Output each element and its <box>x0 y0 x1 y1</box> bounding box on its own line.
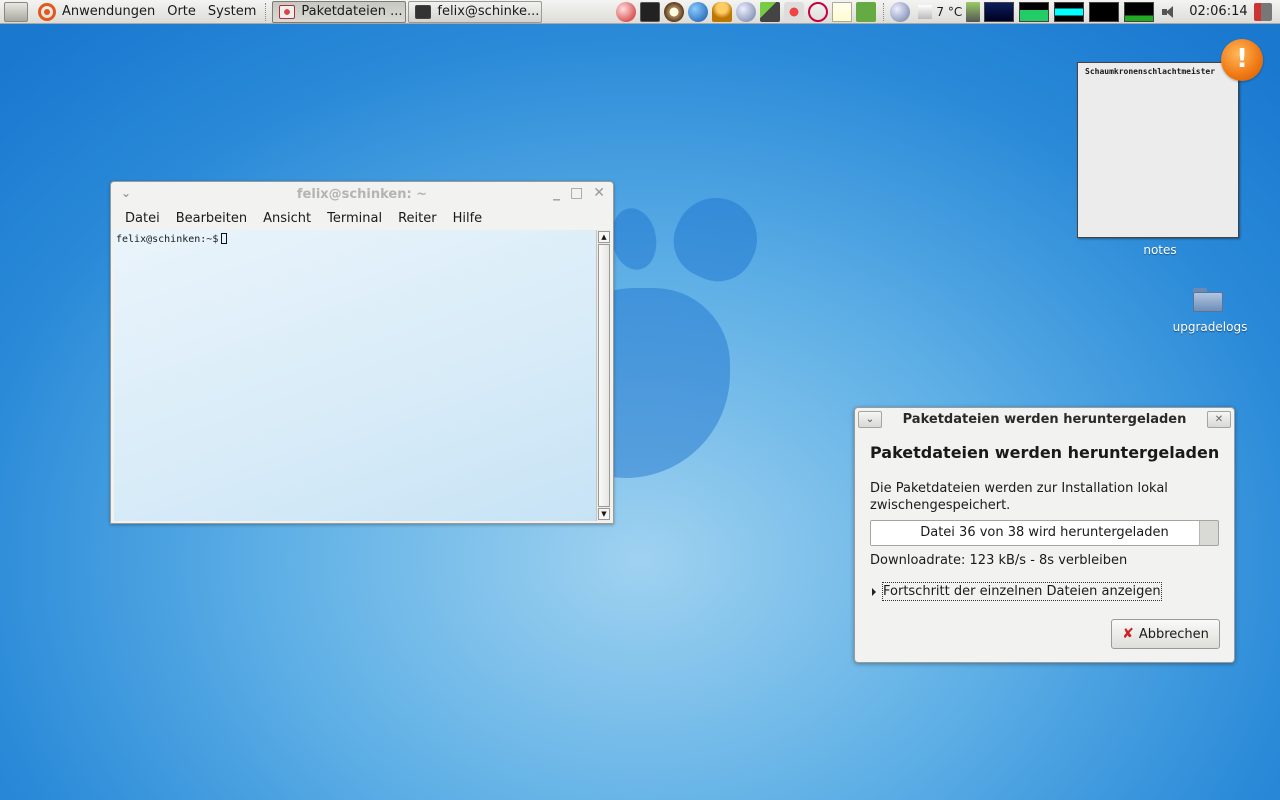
sticky-note-label: notes <box>1143 243 1177 257</box>
sticky-note-text: Schaumkronenschlachtmeister <box>1085 67 1216 76</box>
cancel-button-label: Abbrechen <box>1138 626 1209 642</box>
package-icon[interactable] <box>784 1 805 22</box>
expander-label: Fortschritt der einzelnen Dateien anzeig… <box>882 582 1162 601</box>
network-monitor[interactable] <box>1054 1 1085 22</box>
maximize-icon[interactable]: □ <box>570 185 583 201</box>
window-title: felix@schinken: ~ <box>296 186 428 202</box>
menu-places[interactable]: Orte <box>161 4 202 19</box>
dialog-title: Paketdateien werden heruntergeladen <box>902 412 1187 427</box>
menu-tabs[interactable]: Reiter <box>390 211 445 226</box>
minimize-icon[interactable]: _ <box>553 185 560 201</box>
folder-icon[interactable] <box>1193 286 1223 312</box>
menu-applications[interactable]: Anwendungen <box>62 4 155 19</box>
close-icon[interactable]: ✕ <box>1207 411 1231 428</box>
pen-icon[interactable] <box>760 1 781 22</box>
dialog-description: Die Paketdateien werden zur Installation… <box>870 481 1168 513</box>
terminal-scrollbar[interactable]: ▲ ▼ <box>596 230 610 521</box>
terminal-launcher-icon[interactable] <box>640 1 661 22</box>
panel-separator <box>265 2 269 21</box>
debian-icon[interactable] <box>808 1 829 22</box>
top-panel: Anwendungen Orte System Paketdateien ...… <box>0 0 1280 24</box>
swap-monitor[interactable] <box>1089 1 1120 22</box>
download-progress-bar: Datei 36 von 38 wird heruntergeladen <box>870 520 1219 546</box>
cancel-icon: ✘ <box>1122 626 1134 642</box>
taskbar-item-terminal[interactable]: felix@schinke... <box>408 0 543 23</box>
load-monitor[interactable] <box>1124 1 1155 22</box>
applications-menu[interactable]: Anwendungen <box>32 1 161 23</box>
expander-arrow-icon <box>872 587 876 596</box>
logout-icon[interactable] <box>1253 2 1272 21</box>
dialog-heading: Paketdateien werden heruntergeladen <box>870 443 1220 462</box>
menu-edit[interactable]: Bearbeiten <box>168 211 255 226</box>
menu-help[interactable]: Hilfe <box>445 211 491 226</box>
show-desktop-button[interactable] <box>4 1 28 22</box>
battery-icon[interactable] <box>966 1 981 22</box>
menu-system[interactable]: System <box>202 4 262 19</box>
notification-area: 7 °C 02:06:14 <box>616 1 1272 23</box>
close-icon[interactable]: ✕ <box>593 185 605 201</box>
details-expander[interactable]: Fortschritt der einzelnen Dateien anzeig… <box>872 582 1162 601</box>
taskbar-item-download[interactable]: Paketdateien ... <box>272 0 407 23</box>
globe-icon[interactable] <box>688 1 709 22</box>
progress-text: Datei 36 von 38 wird heruntergeladen <box>920 525 1169 540</box>
terminal-window: ⌄ felix@schinken: ~ _ □ ✕ Datei Bearbeit… <box>110 181 614 524</box>
volume-icon[interactable] <box>1161 4 1177 20</box>
package-icon <box>279 4 296 19</box>
terminal-icon <box>415 4 432 19</box>
terminal-menubar: Datei Bearbeiten Ansicht Terminal Reiter… <box>111 206 613 230</box>
download-rate: Downloadrate: 123 kB/s - 8s verbleiben <box>870 553 1128 568</box>
scroll-up-icon[interactable]: ▲ <box>598 231 610 243</box>
text-cursor <box>221 233 228 244</box>
update-alert-icon[interactable]: ! <box>1221 39 1263 81</box>
weather-applet[interactable]: 7 °C <box>918 4 963 19</box>
compass-icon[interactable] <box>664 1 685 22</box>
scroll-down-icon[interactable]: ▼ <box>598 508 610 520</box>
download-dialog: ⌄ Paketdateien werden heruntergeladen ✕ … <box>854 407 1235 663</box>
scrollbar-thumb[interactable] <box>598 244 610 507</box>
network-disconnected-icon[interactable] <box>616 1 637 22</box>
user-icon[interactable] <box>712 1 733 22</box>
temperature-text: 7 °C <box>936 4 963 19</box>
update-icon[interactable] <box>890 1 911 22</box>
memory-monitor[interactable] <box>1019 1 1050 22</box>
weather-icon <box>918 4 933 19</box>
menu-terminal[interactable]: Terminal <box>319 211 390 226</box>
terminal-output[interactable]: felix@schinken:~$ <box>114 230 597 521</box>
satellite-icon[interactable] <box>736 1 757 22</box>
dialog-titlebar[interactable]: ⌄ Paketdateien werden heruntergeladen ✕ <box>855 408 1234 432</box>
taskbar-item-label: felix@schinke... <box>437 4 540 19</box>
cpu-monitor[interactable] <box>984 1 1015 22</box>
menu-file[interactable]: Datei <box>117 211 168 226</box>
clock[interactable]: 02:06:14 <box>1189 4 1247 19</box>
panel-separator <box>883 2 887 21</box>
window-menu-icon[interactable]: ⌄ <box>858 411 882 428</box>
terminal-titlebar[interactable]: ⌄ felix@schinken: ~ _ □ ✕ <box>111 182 613 206</box>
window-menu-icon[interactable]: ⌄ <box>121 186 131 200</box>
shell-prompt: felix@schinken:~$ <box>116 234 219 245</box>
taskbar-item-label: Paketdateien ... <box>301 4 403 19</box>
menu-view[interactable]: Ansicht <box>255 211 319 226</box>
ubuntu-logo-icon <box>38 2 56 21</box>
sticky-note[interactable]: Schaumkronenschlachtmeister <box>1077 62 1239 238</box>
recycle-icon[interactable] <box>856 1 877 22</box>
notes-icon[interactable] <box>832 1 853 22</box>
folder-label[interactable]: upgradelogs <box>1160 320 1260 334</box>
cancel-button[interactable]: ✘ Abbrechen <box>1111 619 1220 649</box>
